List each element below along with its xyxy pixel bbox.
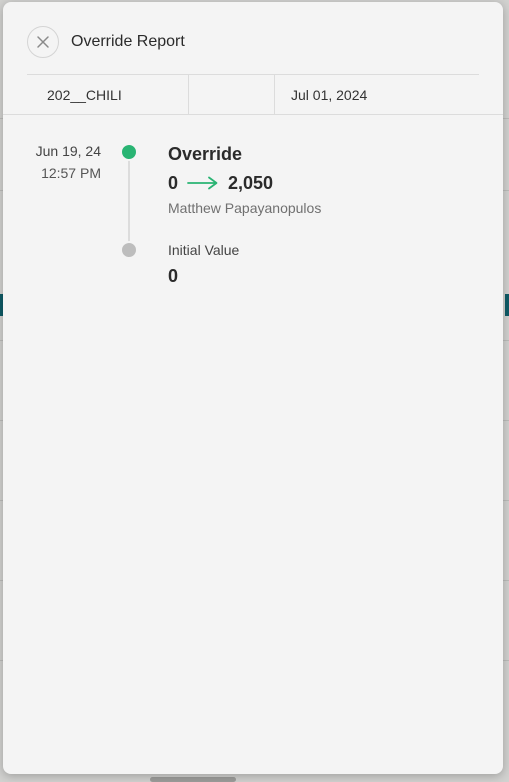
event-title: Override xyxy=(168,144,243,164)
close-icon xyxy=(37,36,49,48)
info-empty-cell xyxy=(189,75,275,115)
initial-value: 0 xyxy=(168,266,179,286)
from-value: 0 xyxy=(168,172,179,193)
background-scrollbar xyxy=(150,777,236,782)
report-date: Jul 01, 2024 xyxy=(291,87,368,103)
timeline: Jun 19, 24 12:57 PM Override 0 2,050 Mat… xyxy=(3,115,503,774)
info-row: 202__CHILI Jul 01, 2024 xyxy=(27,74,479,115)
value-change: 0 2,050 xyxy=(168,171,273,195)
initial-value-label: Initial Value xyxy=(168,242,240,258)
close-button[interactable] xyxy=(27,26,59,58)
timeline-rail xyxy=(127,159,130,251)
initial-value-dot xyxy=(120,241,138,259)
item-code: 202__CHILI xyxy=(27,75,189,115)
panel-title: Override Report xyxy=(71,33,185,50)
arrow-right-icon xyxy=(187,176,218,190)
event-user: Matthew Papayanopulos xyxy=(168,200,322,216)
event-date: Jun 19, 24 xyxy=(35,143,101,159)
to-value: 2,050 xyxy=(228,172,274,193)
event-time: 12:57 PM xyxy=(41,165,101,181)
override-report-panel: Override Report 202__CHILI Jul 01, 2024 … xyxy=(3,2,503,774)
panel-header: Override Report xyxy=(3,2,503,74)
override-dot xyxy=(120,143,138,161)
background-accent xyxy=(505,294,509,316)
